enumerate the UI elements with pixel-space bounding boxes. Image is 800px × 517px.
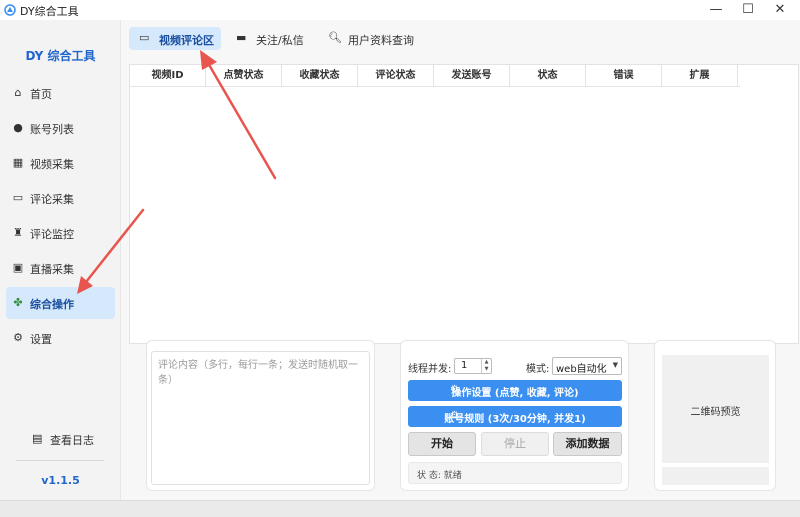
tab-user-profile-query[interactable]: 🔍︎ 用户资料查询	[318, 27, 418, 50]
inbox-icon: ▬	[236, 31, 247, 44]
comment-icon: ▭	[12, 191, 24, 204]
user-icon: ●	[13, 121, 23, 134]
column-header-like-status[interactable]: 点赞状态	[206, 65, 282, 87]
mode-label: 模式:	[526, 364, 550, 375]
bottom-status-bar	[0, 500, 800, 517]
status-value: 就绪	[443, 471, 462, 481]
account-rules-button[interactable]: ⚙ 账号规则 (3次/30分钟, 并发1)	[408, 406, 622, 427]
control-panel: 线程并发: 1 ▲ ▼ 模式: web自动化 ▼ ⚙ 操作设置 (点赞, 收藏, …	[400, 340, 629, 491]
sidebar-item-label: 评论监控	[30, 228, 74, 241]
threads-value: 1	[461, 360, 468, 371]
title-bar: DY综合工具 — ☐ ✕	[0, 0, 800, 20]
column-header-extension[interactable]: 扩展	[662, 65, 738, 87]
comment-icon: ▭	[139, 31, 150, 44]
sidebar-item-live-collect[interactable]: ▣ 直播采集	[6, 252, 115, 284]
sidebar-item-label: 设置	[30, 333, 52, 346]
sidebar-item-label: 视频采集	[30, 158, 74, 171]
puzzle-icon: ✤	[13, 296, 23, 309]
tab-video-comments[interactable]: ▭ 视频评论区	[129, 27, 221, 50]
sidebar-item-label: 直播采集	[30, 263, 74, 276]
column-header-error[interactable]: 错误	[586, 65, 662, 87]
comment-content-input[interactable]	[151, 351, 370, 485]
spin-arrows-icon[interactable]: ▲ ▼	[481, 359, 491, 373]
brand-title: DY 综合工具	[25, 49, 96, 63]
column-header-comment-status[interactable]: 评论状态	[358, 65, 434, 87]
chevron-down-icon: ▼	[612, 361, 618, 369]
sidebar-item-comment-monitor[interactable]: ♜ 评论监控	[6, 217, 115, 249]
version-label: v1.1.5	[41, 474, 80, 487]
sidebar-item-comment-collect[interactable]: ▭ 评论采集	[6, 182, 115, 214]
status-bar: 状 态: 就绪	[408, 462, 622, 484]
app-logo-icon	[4, 4, 16, 16]
mode-select[interactable]: web自动化 ▼	[552, 357, 622, 375]
tab-follow-message[interactable]: ▬ 关注/私信	[226, 27, 308, 50]
data-table[interactable]: 视频ID 点赞状态 收藏状态 评论状态 发送账号 状态 错误 扩展	[129, 64, 799, 344]
mode-value: web自动化	[556, 364, 607, 375]
gear-icon: ⚙	[13, 331, 23, 344]
stop-button[interactable]: 停止	[481, 432, 549, 456]
main-area: ▭ 视频评论区 ▬ 关注/私信 🔍︎ 用户资料查询 视频ID 点赞状态 收藏状态…	[121, 20, 800, 500]
close-button[interactable]: ✕	[762, 0, 798, 20]
view-log-button[interactable]: ▤ 查看日志	[30, 431, 110, 447]
column-header-status[interactable]: 状态	[510, 65, 586, 87]
threads-label: 线程并发:	[408, 364, 452, 375]
minimize-button[interactable]: —	[698, 0, 734, 20]
search-icon: 🔍︎	[328, 31, 342, 44]
status-label: 状 态:	[417, 471, 441, 481]
maximize-button[interactable]: ☐	[730, 0, 766, 20]
sidebar-item-label: 评论采集	[30, 193, 74, 206]
window-title: DY综合工具	[20, 5, 79, 18]
sidebar-item-combined-ops[interactable]: ✤ 综合操作	[6, 287, 115, 319]
document-icon: ▤	[32, 432, 43, 445]
sidebar-item-video-collect[interactable]: ▦ 视频采集	[6, 147, 115, 179]
sidebar-item-label: 综合操作	[30, 298, 74, 311]
add-data-button[interactable]: 添加数据	[553, 432, 622, 456]
column-header-sender-account[interactable]: 发送账号	[434, 65, 510, 87]
tab-label: 用户资料查询	[348, 34, 414, 47]
tab-bar: ▭ 视频评论区 ▬ 关注/私信 🔍︎ 用户资料查询	[121, 20, 800, 56]
threads-spinbox[interactable]: 1 ▲ ▼	[454, 358, 492, 374]
sidebar-item-accounts[interactable]: ● 账号列表	[6, 112, 115, 144]
qr-preview-label: 二维码预览	[690, 407, 741, 418]
start-button[interactable]: 开始	[408, 432, 476, 456]
sidebar-item-label: 账号列表	[30, 123, 74, 136]
account-rules-label: 账号规则 (3次/30分钟, 并发1)	[444, 414, 586, 425]
tv-icon: ▣	[12, 261, 24, 274]
tab-label: 视频评论区	[159, 34, 214, 47]
sidebar-item-home[interactable]: ⌂ 首页	[6, 77, 115, 109]
sidebar-item-label: 首页	[30, 88, 52, 101]
sidebar-divider	[16, 460, 104, 461]
column-header-video-id[interactable]: 视频ID	[130, 65, 206, 87]
qr-status-bar	[662, 467, 769, 485]
qr-panel: 二维码预览	[654, 340, 776, 491]
view-log-label: 查看日志	[50, 434, 94, 447]
table-header: 视频ID 点赞状态 收藏状态 评论状态 发送账号 状态 错误 扩展	[130, 65, 740, 87]
film-icon: ▦	[12, 156, 24, 169]
operation-settings-button[interactable]: ⚙ 操作设置 (点赞, 收藏, 评论)	[408, 380, 622, 401]
sidebar: DY 综合工具 ⌂ 首页 ● 账号列表 ▦ 视频采集 ▭ 评论采集 ♜ 评论监控…	[0, 20, 121, 500]
qr-preview: 二维码预览	[662, 355, 769, 463]
operation-settings-label: 操作设置 (点赞, 收藏, 评论)	[451, 388, 579, 399]
status-text: 状 态: 就绪	[417, 468, 462, 481]
tab-label: 关注/私信	[256, 34, 304, 47]
column-header-favorite-status[interactable]: 收藏状态	[282, 65, 358, 87]
monitor-icon: ♜	[13, 226, 23, 239]
home-icon: ⌂	[14, 86, 22, 99]
comment-panel	[146, 340, 375, 491]
sidebar-item-settings[interactable]: ⚙ 设置	[6, 322, 115, 354]
